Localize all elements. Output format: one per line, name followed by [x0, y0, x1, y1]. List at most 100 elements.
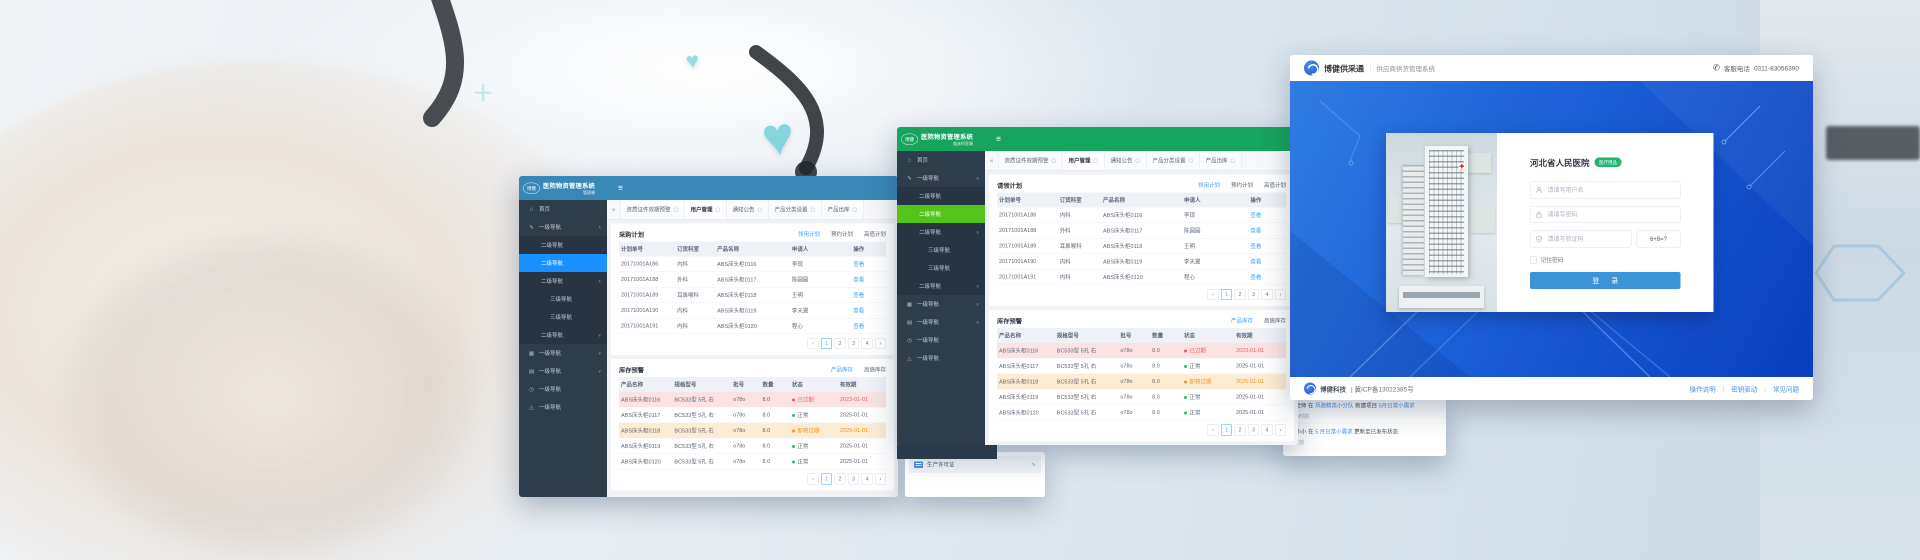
sidebar-item[interactable]: 二级导航: [897, 205, 985, 223]
sidebar-item[interactable]: △ 一级导航: [519, 398, 607, 416]
page-button[interactable]: 1: [821, 474, 832, 485]
view-link[interactable]: 查看: [1250, 275, 1261, 281]
hamburger-icon[interactable]: ≡: [618, 183, 623, 193]
view-link[interactable]: 查看: [853, 308, 864, 314]
pencil-icon[interactable]: ✎: [1031, 461, 1036, 468]
section-link[interactable]: 产品库存: [831, 367, 853, 373]
page-button[interactable]: 3: [848, 338, 859, 349]
section-link[interactable]: 领用计划: [798, 232, 820, 238]
page-button[interactable]: 3: [1248, 425, 1259, 436]
page-button[interactable]: 2: [835, 474, 846, 485]
next-page-button[interactable]: ›: [875, 338, 886, 349]
view-link[interactable]: 查看: [1250, 244, 1261, 250]
tab-用户管理[interactable]: 用户管理: [685, 200, 727, 219]
tab-产品出库[interactable]: 产品出库: [822, 200, 864, 219]
view-link[interactable]: 查看: [853, 324, 864, 330]
sidebar-item[interactable]: 二级导航 ∧: [519, 272, 607, 290]
remember-checkbox[interactable]: [1530, 257, 1537, 264]
sidebar-item[interactable]: ✎ 一级导航 ∧: [897, 169, 985, 187]
next-page-button[interactable]: ›: [1275, 289, 1286, 300]
page-button[interactable]: 1: [821, 338, 832, 349]
tab-产品分类设置[interactable]: 产品分类设置: [1147, 151, 1200, 170]
password-field[interactable]: [1530, 206, 1681, 223]
sidebar-item[interactable]: 二级导航: [519, 254, 607, 272]
sidebar-item[interactable]: 三级导航: [897, 241, 985, 259]
page-button[interactable]: 4: [862, 338, 873, 349]
page-button[interactable]: 4: [1262, 425, 1273, 436]
tab-用户管理[interactable]: 用户管理: [1063, 151, 1105, 170]
page-button[interactable]: 3: [848, 474, 859, 485]
tab-产品出库[interactable]: 产品出库: [1200, 151, 1242, 170]
tab-dot-icon[interactable]: [853, 207, 858, 212]
view-link[interactable]: 查看: [1250, 259, 1261, 265]
section-link[interactable]: 高值计划: [1264, 183, 1286, 189]
tab-dot-icon[interactable]: [758, 207, 763, 212]
section-link[interactable]: 产品库存: [1231, 318, 1253, 324]
sidebar-item[interactable]: ◷ 一级导航: [519, 380, 607, 398]
tab-资质证件效期预警[interactable]: 资质证件效期预警: [621, 200, 685, 219]
view-link[interactable]: 查看: [853, 293, 864, 299]
prev-page-button[interactable]: ‹: [1208, 425, 1219, 436]
page-button[interactable]: 4: [862, 474, 873, 485]
feed-link[interactable]: 风驰精英小分队: [1315, 403, 1354, 409]
view-link[interactable]: 查看: [853, 277, 864, 283]
prev-page-button[interactable]: ‹: [1208, 289, 1219, 300]
password-input[interactable]: [1547, 211, 1676, 219]
tab-通知公告[interactable]: 通知公告: [727, 200, 769, 219]
page-button[interactable]: 1: [1221, 425, 1232, 436]
sidebar-item[interactable]: ⌂ 首页: [897, 151, 985, 169]
footer-link-key[interactable]: 密钥驱动: [1731, 384, 1757, 394]
sidebar-item[interactable]: 二级导航 ∨: [897, 277, 985, 295]
page-button[interactable]: 1: [1221, 289, 1232, 300]
captcha-field[interactable]: [1530, 231, 1632, 248]
username-input[interactable]: [1547, 186, 1676, 194]
tab-dot-icon[interactable]: [1189, 158, 1194, 163]
view-link[interactable]: 查看: [1250, 228, 1261, 234]
next-page-button[interactable]: ›: [1275, 425, 1286, 436]
section-link[interactable]: 高值库存: [864, 367, 886, 373]
sidebar-item[interactable]: 二级导航: [897, 187, 985, 205]
section-link[interactable]: 高值计划: [864, 232, 886, 238]
page-button[interactable]: 2: [1235, 289, 1246, 300]
sidebar-item[interactable]: ✎ 一级导航 ∧: [519, 218, 607, 236]
view-link[interactable]: 查看: [853, 262, 864, 268]
sidebar-item[interactable]: △ 一级导航: [897, 349, 985, 367]
tab-dot-icon[interactable]: [716, 207, 721, 212]
prev-page-button[interactable]: ‹: [808, 338, 819, 349]
sidebar-item[interactable]: 二级导航: [519, 236, 607, 254]
prev-page-button[interactable]: ‹: [808, 474, 819, 485]
section-link[interactable]: 高值库存: [1264, 318, 1286, 324]
tab-dot-icon[interactable]: [1094, 158, 1099, 163]
sidebar-item[interactable]: ▦ 一级导航 ∨: [897, 295, 985, 313]
feed-item[interactable]: 朱老师 在 风驰精英小分队 新建项目 5月日常小需求 5 小时前: [1283, 398, 1446, 424]
page-button[interactable]: 2: [1235, 425, 1246, 436]
feed-link[interactable]: 5月日常小需求: [1379, 403, 1415, 409]
sidebar-item[interactable]: ◷ 一级导航: [897, 331, 985, 349]
section-link[interactable]: 预约计划: [1231, 183, 1253, 189]
collapse-tabs-icon[interactable]: «: [985, 151, 999, 170]
tab-资质证件效期预警[interactable]: 资质证件效期预警: [999, 151, 1063, 170]
view-link[interactable]: 查看: [1250, 213, 1261, 219]
sidebar-item[interactable]: ▤ 一级导航 ∨: [897, 313, 985, 331]
tab-dot-icon[interactable]: [674, 207, 679, 212]
tab-通知公告[interactable]: 通知公告: [1105, 151, 1147, 170]
collapse-tabs-icon[interactable]: «: [607, 200, 621, 219]
sidebar-item[interactable]: 二级导航 ∨: [519, 326, 607, 344]
tab-dot-icon[interactable]: [1136, 158, 1141, 163]
tab-dot-icon[interactable]: [1052, 158, 1057, 163]
section-link[interactable]: 预约计划: [831, 232, 853, 238]
page-button[interactable]: 2: [835, 338, 846, 349]
hamburger-icon[interactable]: ≡: [996, 134, 1001, 144]
section-link[interactable]: 领用计划: [1198, 183, 1220, 189]
sidebar-item[interactable]: 三级导航: [897, 259, 985, 277]
page-button[interactable]: 4: [1262, 289, 1273, 300]
feed-link[interactable]: 5 月日常小需求: [1315, 429, 1353, 435]
sidebar-item[interactable]: 三级导航: [519, 290, 607, 308]
sidebar-item[interactable]: 三级导航: [519, 308, 607, 326]
tab-产品分类设置[interactable]: 产品分类设置: [769, 200, 822, 219]
tab-dot-icon[interactable]: [1231, 158, 1236, 163]
captcha-input[interactable]: [1547, 235, 1627, 243]
login-button[interactable]: 登 录: [1530, 272, 1681, 289]
footer-link-help[interactable]: 操作说明: [1690, 384, 1716, 394]
username-field[interactable]: [1530, 182, 1681, 199]
